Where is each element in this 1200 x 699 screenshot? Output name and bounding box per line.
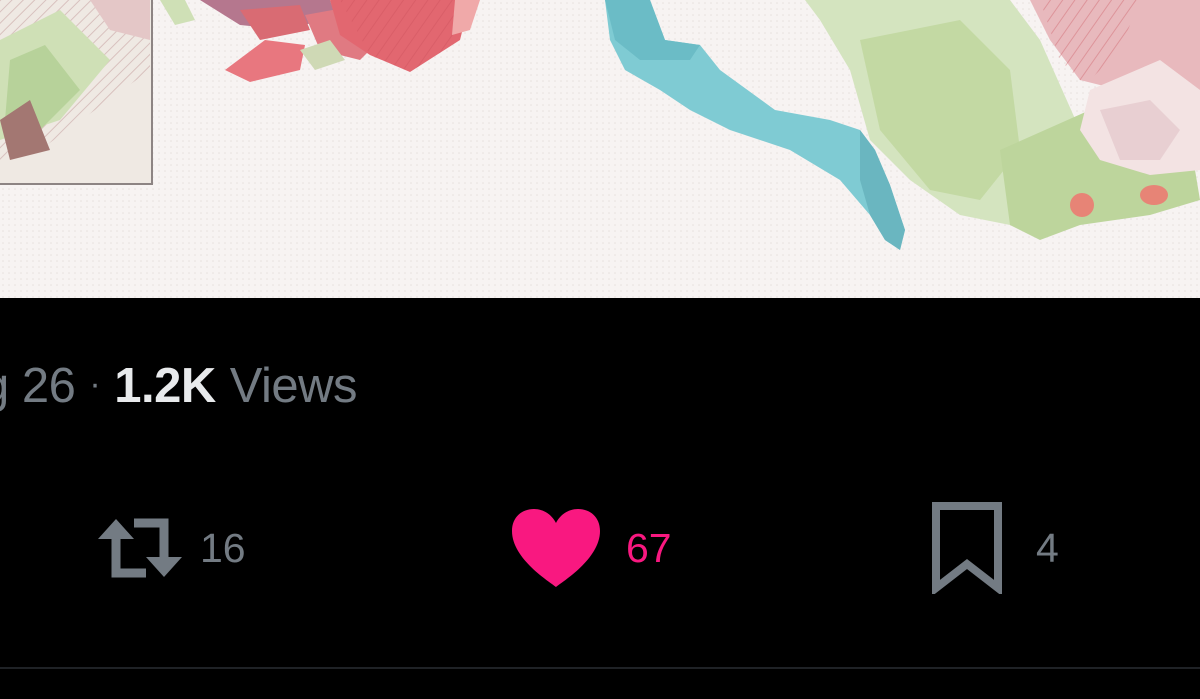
illustration (0, 0, 1200, 298)
tweet-media-image[interactable] (0, 0, 1200, 298)
tweet-action-bar: 16 67 4 (0, 500, 1200, 600)
tweet-meta-line: g 26 · 1.2K Views (0, 356, 358, 416)
like-button[interactable]: 67 (510, 500, 672, 600)
bookmark-count: 4 (1036, 524, 1059, 571)
retweet-icon (94, 511, 186, 590)
views-label: Views (229, 359, 358, 413)
divider (0, 667, 1200, 669)
retweet-button[interactable]: 16 (94, 500, 246, 600)
tweet-date[interactable]: g 26 (0, 358, 76, 414)
heart-icon (510, 507, 602, 594)
meta-separator: · (89, 364, 101, 403)
views-count: 1.2K (114, 359, 216, 413)
like-count: 67 (626, 524, 672, 571)
bookmark-icon (930, 501, 1004, 599)
bookmark-button[interactable]: 4 (930, 500, 1059, 600)
retweet-count: 16 (200, 524, 246, 571)
